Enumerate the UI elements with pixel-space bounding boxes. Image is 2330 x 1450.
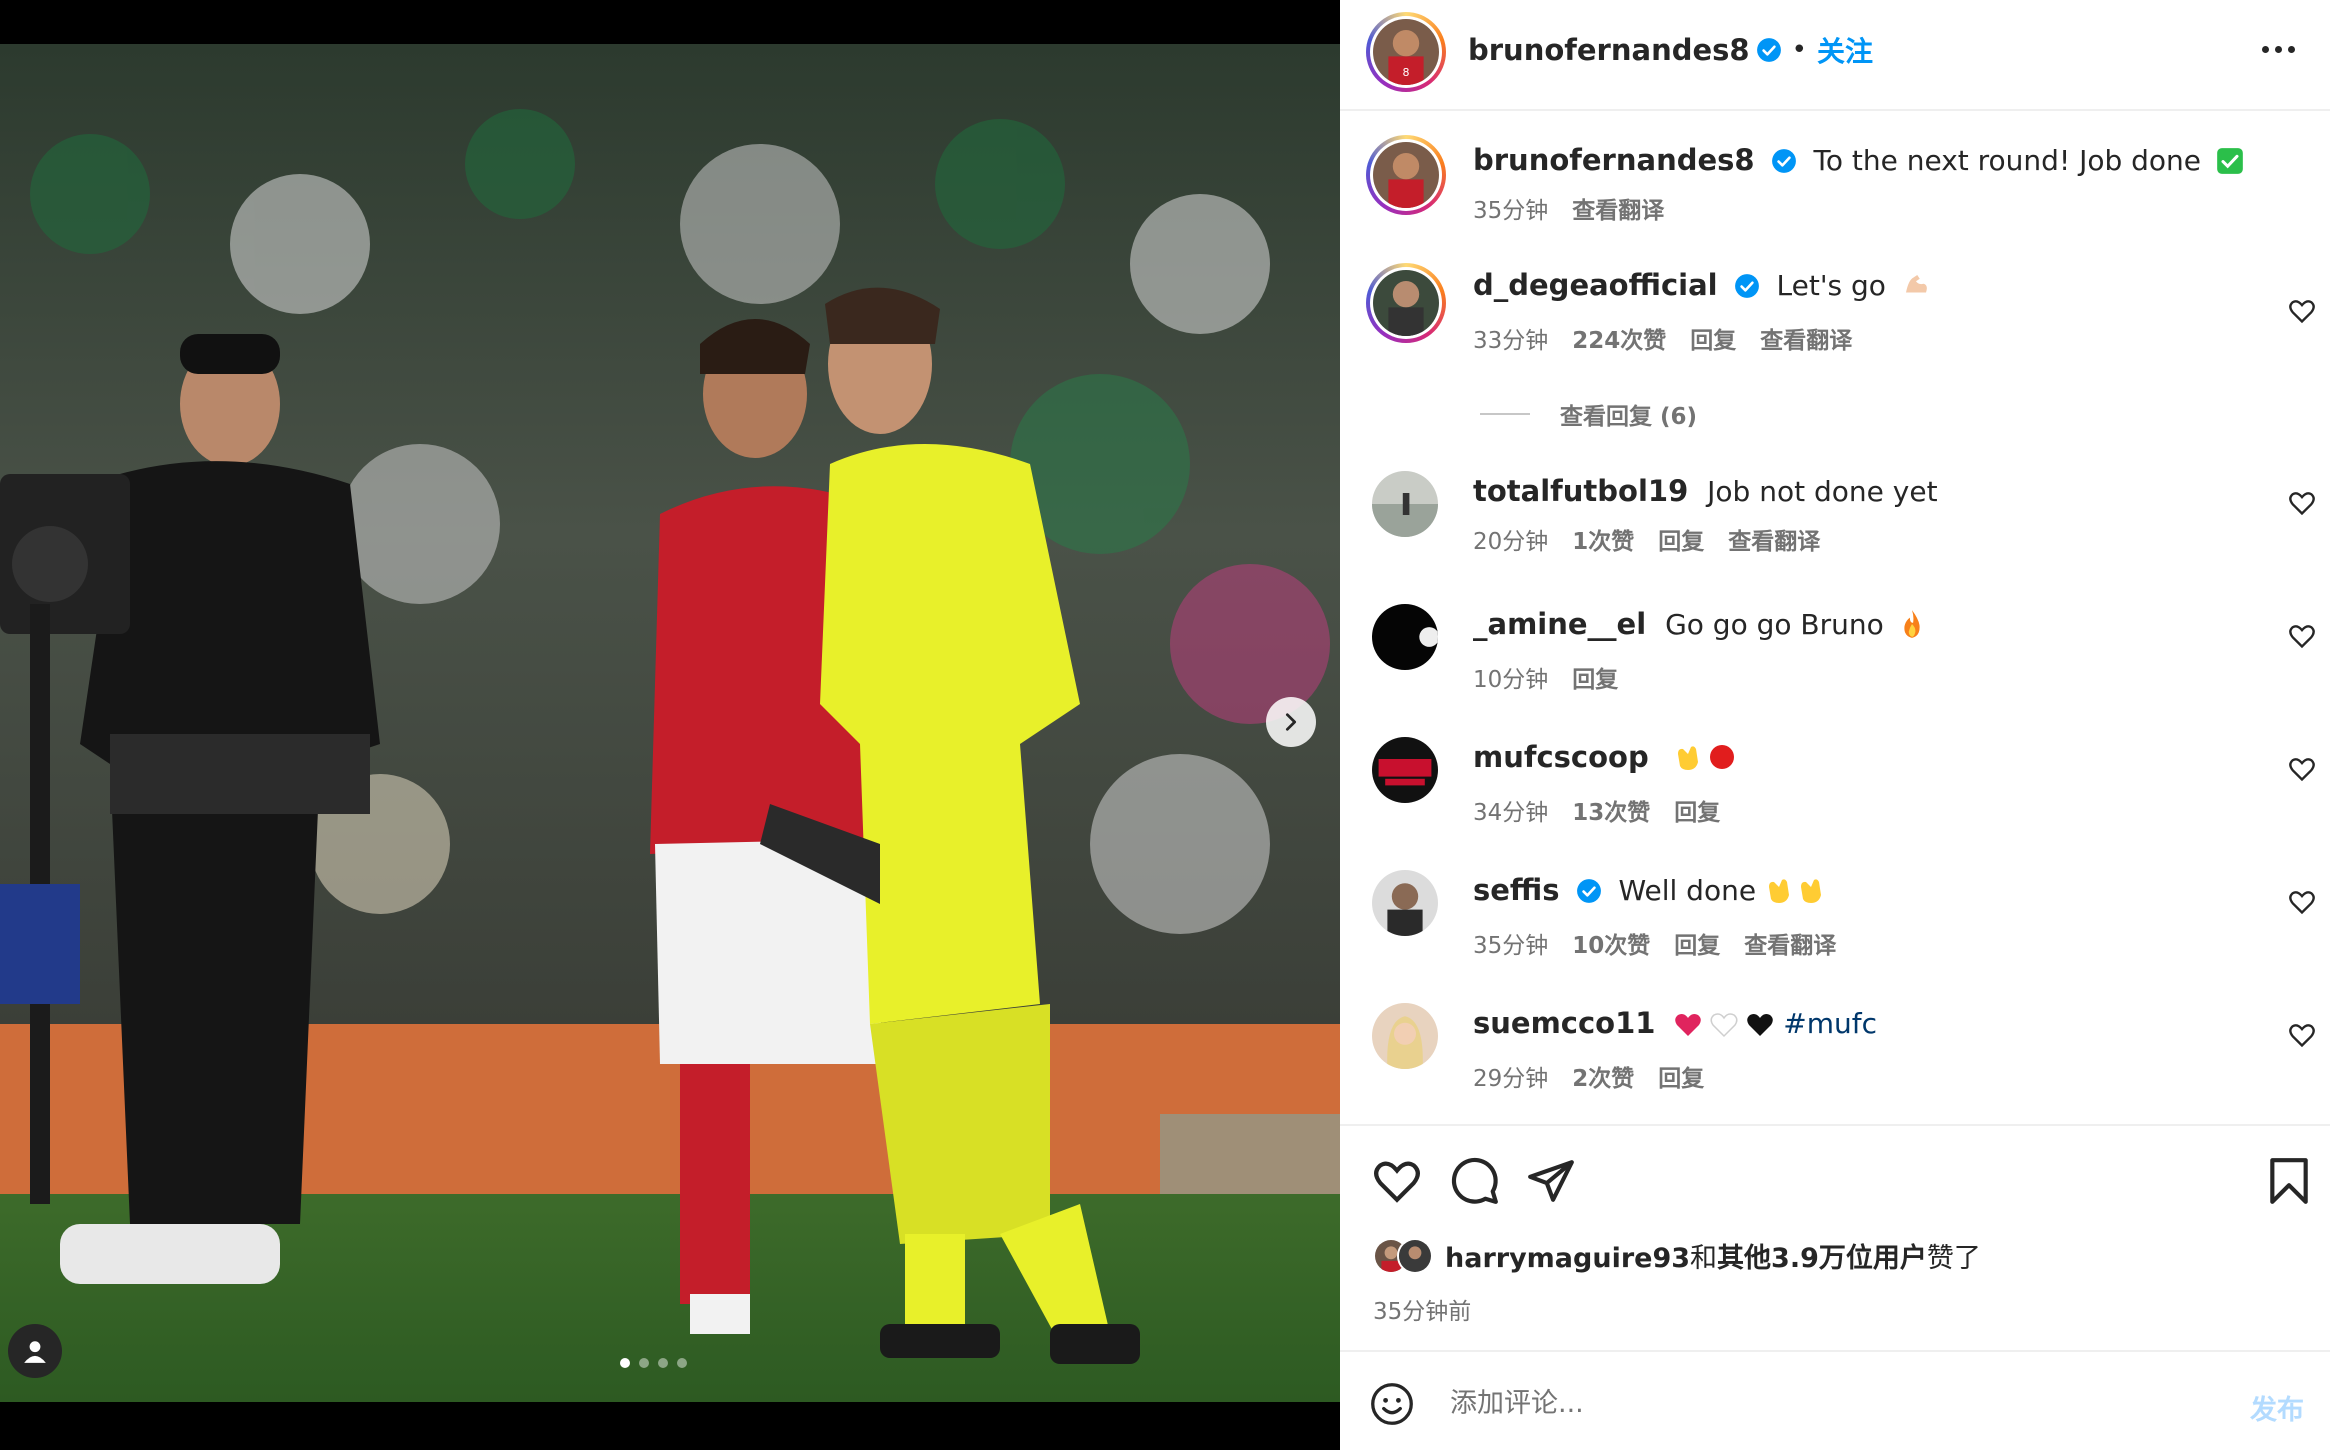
caption-time: 35分钟	[1473, 198, 1549, 224]
likes-joiner: 和	[1690, 1243, 1718, 1274]
emoji-icon[interactable]	[1370, 1382, 1414, 1426]
carousel-dot	[658, 1358, 668, 1368]
post-side-panel: 8 brunofernandes8 • 关注 brunofernandes8 T…	[1340, 0, 2330, 1450]
comment-time: 33分钟	[1473, 328, 1549, 354]
green-check-emoji	[2217, 148, 2243, 174]
reply-button[interactable]: 回复	[1658, 522, 1704, 556]
post-timestamp[interactable]: 35分钟前	[1373, 1292, 1471, 1326]
heart-icon[interactable]	[2288, 297, 2316, 325]
likes-others-link[interactable]: 其他3.9万位用户	[1717, 1243, 1927, 1274]
bookmark-button[interactable]	[2266, 1156, 2312, 1206]
comment-likes[interactable]: 10次赞	[1572, 926, 1650, 960]
heart-icon[interactable]	[2288, 888, 2316, 916]
comment-likes[interactable]: 13次赞	[1572, 793, 1650, 827]
caption-avatar[interactable]	[1366, 135, 1446, 215]
more-options-button[interactable]	[2262, 46, 2295, 53]
post-header: 8 brunofernandes8 • 关注	[1340, 0, 2330, 111]
comment-text: Job not done yet	[1707, 475, 1938, 508]
verified-icon	[1734, 274, 1759, 298]
comment-likes[interactable]: 2次赞	[1572, 1059, 1634, 1093]
heart-icon[interactable]	[2288, 1021, 2316, 1049]
author-username[interactable]: brunofernandes8	[1468, 33, 1750, 67]
reply-button[interactable]: 回复	[1674, 793, 1720, 827]
verified-icon	[1771, 149, 1796, 173]
comment-composer: 发布	[1340, 1350, 2330, 1450]
like-button[interactable]	[1372, 1156, 1422, 1206]
translate-link[interactable]: 查看翻译	[1744, 926, 1836, 960]
reply-button[interactable]: 回复	[1572, 660, 1618, 694]
commenter-avatar[interactable]	[1372, 604, 1438, 670]
carousel-dot	[677, 1358, 687, 1368]
reply-button[interactable]: 回复	[1658, 1059, 1704, 1093]
next-slide-button[interactable]	[1266, 697, 1316, 747]
header-separator: •	[1791, 35, 1807, 65]
tagged-users-button[interactable]	[8, 1324, 62, 1378]
comment-username[interactable]: d_degeaofficial	[1473, 268, 1718, 302]
reply-button[interactable]: 回复	[1674, 926, 1720, 960]
comment-text: Go go go Bruno	[1665, 608, 1884, 641]
clapping-red-circle-emoji	[1674, 742, 1740, 783]
comment-username[interactable]: suemcco11	[1473, 1006, 1655, 1040]
reply-button[interactable]: 回复	[1690, 321, 1736, 355]
heart-icon[interactable]	[2288, 622, 2316, 650]
hashtag-link[interactable]: #mufc	[1783, 1007, 1877, 1040]
commenter-avatar[interactable]	[1372, 471, 1438, 537]
fire-emoji	[1899, 609, 1925, 650]
liker-username[interactable]: harrymaguire93	[1445, 1243, 1690, 1274]
clapping-hands-emoji	[1765, 875, 1827, 916]
comments-list[interactable]: brunofernandes8 To the next round! Job d…	[1340, 113, 2330, 1123]
verified-icon	[1576, 879, 1601, 903]
comment-button[interactable]	[1450, 1156, 1500, 1206]
commenter-avatar[interactable]	[1372, 870, 1438, 936]
liker-avatar	[1397, 1237, 1433, 1274]
translate-link[interactable]: 查看翻译	[1760, 321, 1852, 355]
comment-time: 29分钟	[1473, 1066, 1549, 1092]
share-button[interactable]	[1526, 1156, 1576, 1206]
hearts-emoji	[1674, 1009, 1774, 1049]
heart-icon[interactable]	[2288, 755, 2316, 783]
post-media	[0, 0, 1340, 1450]
comment-likes[interactable]: 224次赞	[1572, 321, 1666, 355]
post-photo	[0, 44, 1340, 1402]
replies-divider	[1480, 413, 1530, 415]
caption-text: To the next round! Job done	[1813, 144, 2202, 177]
comment-time: 10分钟	[1473, 667, 1549, 693]
carousel-dot	[620, 1358, 630, 1368]
caption-username[interactable]: brunofernandes8	[1473, 143, 1755, 177]
commenter-avatar[interactable]	[1372, 737, 1438, 803]
carousel-indicator	[620, 1358, 687, 1368]
comment-time: 35分钟	[1473, 933, 1549, 959]
user-tag-icon	[24, 1341, 46, 1363]
comment-username[interactable]: mufcscoop	[1473, 740, 1649, 774]
commenter-avatar[interactable]	[1366, 263, 1446, 343]
comment-time: 20分钟	[1473, 529, 1549, 555]
post-comment-button[interactable]: 发布	[2250, 1388, 2304, 1427]
author-avatar[interactable]: 8	[1366, 12, 1446, 92]
chevron-right-icon	[1285, 713, 1297, 731]
more-icon	[2262, 46, 2269, 53]
comment-input[interactable]	[1450, 1378, 2170, 1428]
comment-text: Let's go	[1776, 269, 1886, 302]
comment-username[interactable]: seffis	[1473, 873, 1560, 907]
likes-summary: harrymaguire93和其他3.9万位用户赞了	[1373, 1236, 1981, 1275]
comment-username[interactable]: totalfutbol19	[1473, 474, 1688, 508]
follow-button[interactable]: 关注	[1817, 30, 1873, 70]
comment-text: Well done	[1618, 874, 1757, 907]
view-replies-label: 查看回复 (6)	[1560, 404, 1698, 430]
verified-icon	[1756, 38, 1781, 62]
likes-suffix: 赞了	[1926, 1243, 1981, 1274]
svg-text:8: 8	[1403, 66, 1410, 79]
commenter-avatar[interactable]	[1372, 1003, 1438, 1069]
translate-link[interactable]: 查看翻译	[1572, 191, 1664, 225]
view-replies-button[interactable]: 查看回复 (6)	[1480, 397, 1697, 431]
translate-link[interactable]: 查看翻译	[1728, 522, 1820, 556]
flexed-biceps-emoji	[1901, 270, 1931, 311]
comment-username[interactable]: _amine__el	[1473, 607, 1646, 641]
carousel-dot	[639, 1358, 649, 1368]
comment-likes[interactable]: 1次赞	[1572, 522, 1634, 556]
comment-time: 34分钟	[1473, 800, 1549, 826]
heart-icon[interactable]	[2288, 489, 2316, 517]
post-actions: harrymaguire93和其他3.9万位用户赞了 35分钟前	[1340, 1124, 2330, 1354]
